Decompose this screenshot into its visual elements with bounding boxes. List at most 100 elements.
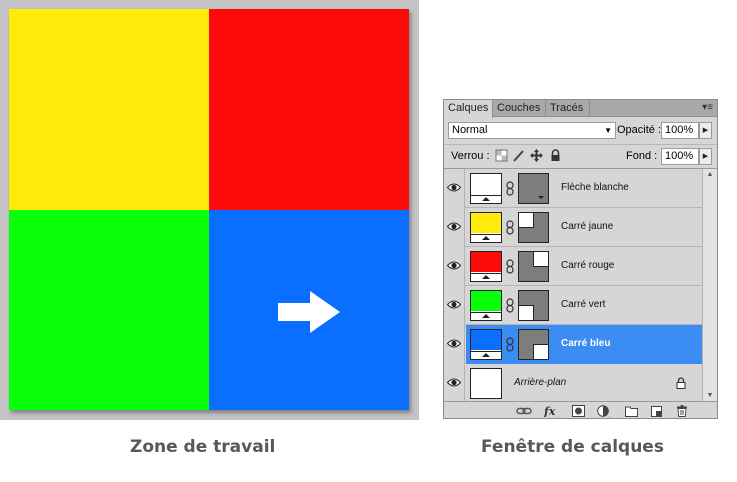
white-arrow-shape (278, 291, 340, 333)
lock-icon (676, 377, 686, 389)
layers-scrollbar[interactable]: ▲ ▼ (702, 169, 717, 401)
trash-icon[interactable] (676, 405, 688, 417)
layer-name: Flèche blanche (561, 182, 629, 193)
layer-thumbnail[interactable] (470, 290, 502, 321)
scroll-up-arrow-icon[interactable]: ▲ (703, 171, 717, 178)
eye-visibility-icon[interactable] (447, 338, 461, 349)
fill-label: Fond : (626, 150, 658, 162)
chain-link-icon[interactable] (506, 220, 514, 235)
layer-thumbnail-bar (471, 351, 501, 359)
fill-slider-arrow-icon[interactable]: ▶ (699, 148, 712, 165)
layer-row-body[interactable]: Carré rouge (466, 247, 702, 286)
visibility-toggle[interactable] (444, 208, 465, 247)
tab-calques[interactable]: Calques (444, 100, 493, 118)
scroll-down-arrow-icon[interactable]: ▼ (703, 392, 717, 399)
background-layer-name: Arrière-plan (514, 377, 567, 388)
vector-mask-thumbnail[interactable] (518, 290, 549, 321)
vector-mask-thumbnail[interactable] (518, 212, 549, 243)
layer-row[interactable]: Carré vert (444, 286, 702, 325)
lock-label: Verrou : (451, 150, 490, 162)
add-mask-icon[interactable] (572, 405, 585, 417)
red-square (209, 9, 409, 210)
layers-panel: Calques Couches Tracés ▾≡ Normal ▼ Opaci… (443, 99, 718, 419)
chain-link-icon[interactable] (506, 298, 514, 313)
panel-tab-bar: Calques Couches Tracés ▾≡ (444, 100, 717, 118)
lock-transparency-icon[interactable] (495, 149, 508, 162)
vector-mask-thumbnail[interactable] (518, 251, 549, 282)
layer-thumbnail[interactable] (470, 173, 502, 204)
tab-couches[interactable]: Couches (493, 100, 546, 117)
layer-thumbnail-bar (471, 312, 501, 320)
layer-row-body[interactable]: Carré bleu (466, 325, 702, 364)
fx-icon[interactable]: fx . (544, 405, 562, 417)
background-thumbnail[interactable] (470, 368, 502, 399)
green-square (9, 210, 209, 410)
eye-visibility-icon[interactable] (447, 221, 461, 232)
layer-thumbnail-color (471, 291, 501, 311)
panel-menu-icon[interactable]: ▾≡ (702, 102, 713, 114)
svg-text:.: . (557, 413, 559, 417)
layer-thumbnail-color (471, 213, 501, 233)
yellow-square (9, 9, 209, 210)
layer-thumbnail[interactable] (470, 251, 502, 282)
layer-thumbnail-bar (471, 195, 501, 203)
tab-traces[interactable]: Tracés (546, 100, 590, 117)
eye-visibility-icon[interactable] (447, 377, 461, 388)
chain-link-icon[interactable] (506, 259, 514, 274)
layer-row-body[interactable]: Carré jaune (466, 208, 702, 247)
blend-mode-select[interactable]: Normal ▼ (448, 122, 616, 139)
opacity-slider-arrow-icon[interactable]: ▶ (699, 122, 712, 139)
visibility-toggle[interactable] (444, 169, 465, 208)
layer-thumbnail[interactable] (470, 212, 502, 243)
layers-panel-caption: Fenêtre de calques (481, 437, 664, 457)
visibility-toggle[interactable] (444, 247, 465, 286)
opacity-input[interactable]: 100% (661, 122, 699, 139)
layer-row[interactable]: Carré bleu (444, 325, 702, 364)
opacity-label: Opacité : (617, 124, 662, 136)
link-layers-icon[interactable] (516, 405, 532, 417)
work-area-caption: Zone de travail (130, 437, 276, 457)
layer-thumbnail-color (471, 174, 501, 194)
layer-row[interactable]: Carré rouge (444, 247, 702, 286)
layer-name: Carré bleu (561, 338, 611, 349)
layer-thumbnail-color (471, 330, 501, 350)
divider (444, 144, 717, 145)
layer-name: Carré vert (561, 299, 606, 310)
adjustment-layer-icon[interactable]: . (597, 405, 613, 417)
eye-visibility-icon[interactable] (447, 182, 461, 193)
visibility-toggle[interactable] (444, 286, 465, 325)
layer-row-body[interactable]: Arrière-plan (466, 364, 702, 403)
layer-row-body[interactable]: Carré vert (466, 286, 702, 325)
layers-list: Flèche blanche Carré jaune Carré rouge Carr… (444, 169, 702, 403)
layer-thumbnail[interactable] (470, 329, 502, 360)
chain-link-icon[interactable] (506, 181, 514, 196)
layer-row[interactable]: Flèche blanche (444, 169, 702, 208)
svg-text:fx: fx (544, 405, 556, 417)
eye-visibility-icon[interactable] (447, 260, 461, 271)
layer-thumbnail-bar (471, 234, 501, 242)
vector-mask-thumbnail[interactable] (518, 329, 549, 360)
new-group-icon[interactable] (625, 405, 638, 417)
layer-name: Carré jaune (561, 221, 614, 232)
background-layer-row[interactable]: Arrière-plan (444, 364, 702, 403)
chain-link-icon[interactable] (506, 337, 514, 352)
lock-position-move-icon[interactable] (530, 149, 543, 162)
visibility-toggle[interactable] (444, 325, 465, 364)
visibility-toggle[interactable] (444, 364, 465, 403)
fill-input[interactable]: 100% (661, 148, 699, 165)
lock-pixels-brush-icon[interactable] (512, 149, 525, 162)
layer-row[interactable]: Carré jaune (444, 208, 702, 247)
blend-mode-value: Normal (452, 124, 488, 136)
layer-row-body[interactable]: Flèche blanche (466, 169, 702, 208)
eye-visibility-icon[interactable] (447, 299, 461, 310)
work-area (0, 0, 419, 420)
layer-thumbnail-color (471, 252, 501, 272)
lock-all-padlock-icon[interactable] (549, 149, 562, 162)
vector-mask-thumbnail[interactable] (518, 173, 549, 204)
dropdown-arrow-icon: ▼ (604, 126, 612, 135)
new-layer-icon[interactable] (651, 405, 663, 417)
panel-footer-toolbar: fx . . (444, 401, 717, 418)
layer-thumbnail-bar (471, 273, 501, 281)
layer-name: Carré rouge (561, 260, 615, 271)
document-canvas[interactable] (9, 9, 409, 410)
